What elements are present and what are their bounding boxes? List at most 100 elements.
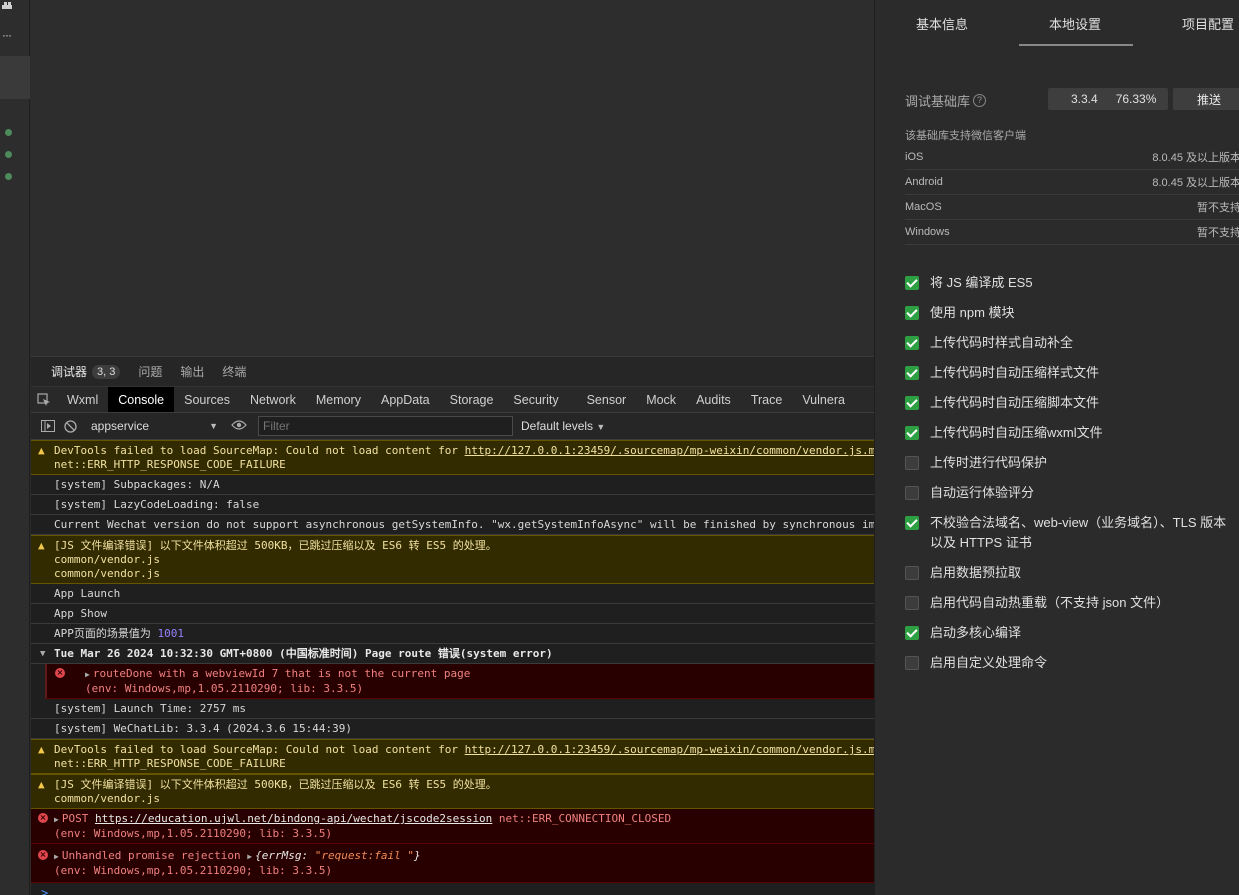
log-row: Current Wechat version do not support as… — [31, 515, 874, 535]
expand-caret-icon[interactable]: ▶ — [85, 670, 90, 679]
log-string: "request:fail " — [314, 849, 415, 862]
log-text: common/vendor.js — [54, 567, 160, 580]
log-row: [system] Launch Time: 2757 ms — [31, 699, 874, 719]
sourcemap-link[interactable]: http://127.0.0.1:23459/.sourcemap/mp-wei… — [465, 444, 874, 457]
checkbox-unchecked-icon[interactable] — [905, 456, 919, 470]
os-name: MacOS — [905, 201, 942, 213]
prompt-chevron-icon: > — [41, 886, 49, 895]
log-text: DevTools failed to load SourceMap: Could… — [54, 444, 465, 457]
option-label: 启用数据预拉取 — [930, 565, 1022, 580]
context-select-value: appservice — [91, 419, 150, 433]
tab-problems[interactable]: 问题 — [138, 363, 162, 380]
log-group-header[interactable]: ▼ Tue Mar 26 2024 10:32:30 GMT+0800 (中国标… — [31, 644, 874, 664]
option-row[interactable]: 将 JS 编译成 ES5 — [905, 273, 1235, 293]
support-caption: 该基础库支持微信客户端 — [905, 130, 1026, 142]
help-icon[interactable]: ? — [973, 94, 987, 107]
debugger-tabbar: 调试器 3, 3 问题 输出 终端 — [31, 357, 874, 387]
option-row[interactable]: 启用代码自动热重载（不支持 json 文件） — [905, 593, 1235, 613]
option-row[interactable]: 不校验合法域名、web-view（业务域名）、TLS 版本以及 HTTPS 证书 — [905, 513, 1235, 553]
tab-output[interactable]: 输出 — [180, 363, 204, 380]
inspect-element-icon[interactable] — [31, 387, 57, 412]
devtab-vulnerability[interactable]: Vulnera — [792, 387, 855, 412]
simulator-area — [31, 0, 874, 357]
log-levels-select[interactable]: Default levels ▼ — [521, 419, 605, 433]
option-row[interactable]: 上传时进行代码保护 — [905, 453, 1235, 473]
log-text: (env: Windows,mp,1.05.2110290; lib: 3.3.… — [54, 827, 333, 840]
tab-basic-info[interactable]: 基本信息 — [916, 14, 968, 33]
option-row[interactable]: 上传代码时样式自动补全 — [905, 333, 1235, 353]
devtab-appdata[interactable]: AppData — [371, 387, 440, 412]
os-name: Android — [905, 176, 943, 188]
live-expression-eye-icon[interactable] — [226, 419, 252, 433]
log-row: [system] LazyCodeLoading: false — [31, 495, 874, 515]
devtab-audits[interactable]: Audits — [686, 387, 741, 412]
console-prompt[interactable]: > — [31, 883, 874, 895]
warning-icon: ▲ — [38, 444, 45, 457]
tab-terminal[interactable]: 终端 — [222, 363, 246, 380]
devtab-security[interactable]: Security — [503, 387, 568, 412]
checkbox-unchecked-icon[interactable] — [905, 566, 919, 580]
option-row[interactable]: 使用 npm 模块 — [905, 303, 1235, 323]
local-settings-options: 将 JS 编译成 ES5 使用 npm 模块 上传代码时样式自动补全 上传代码时自动压… — [905, 273, 1235, 683]
devtab-memory[interactable]: Memory — [306, 387, 371, 412]
os-version: 暂不支持 — [1197, 202, 1239, 214]
sourcemap-link[interactable]: http://127.0.0.1:23459/.sourcemap/mp-wei… — [465, 743, 874, 756]
devtab-storage[interactable]: Storage — [440, 387, 504, 412]
clear-console-icon[interactable] — [59, 416, 81, 436]
devtab-wxml[interactable]: Wxml — [57, 387, 108, 412]
checkbox-unchecked-icon[interactable] — [905, 656, 919, 670]
status-dot-icon — [5, 173, 12, 180]
log-text: [system] Subpackages: N/A — [54, 478, 220, 491]
checkbox-checked-icon[interactable] — [905, 396, 919, 410]
lib-version: 3.3.4 — [1071, 92, 1098, 106]
expand-triangle-icon[interactable]: ▼ — [40, 647, 45, 661]
option-row[interactable]: 启动多核心编译 — [905, 623, 1235, 643]
expand-caret-icon[interactable]: ▶ — [54, 815, 59, 824]
chevron-down-icon: ▼ — [596, 422, 606, 432]
context-select[interactable]: appservice ▼ — [87, 416, 222, 436]
log-levels-label: Default levels — [521, 419, 594, 433]
tab-project-config[interactable]: 项目配置 — [1182, 14, 1234, 33]
expand-caret-icon[interactable]: ▶ — [54, 852, 59, 861]
option-row[interactable]: 启用自定义处理命令 — [905, 653, 1235, 673]
checkbox-checked-icon[interactable] — [905, 306, 919, 320]
filter-input[interactable] — [258, 416, 513, 436]
option-row[interactable]: 启用数据预拉取 — [905, 563, 1235, 583]
log-text: Unhandled promise rejection — [61, 849, 248, 862]
devtab-trace[interactable]: Trace — [741, 387, 793, 412]
request-url-link[interactable]: https://education.ujwl.net/bindong-api/w… — [95, 812, 492, 825]
toggle-sidebar-icon[interactable] — [37, 416, 59, 436]
checkbox-checked-icon[interactable] — [905, 426, 919, 440]
tab-debugger[interactable]: 调试器 3, 3 — [51, 363, 121, 380]
checkbox-checked-icon[interactable] — [905, 366, 919, 380]
option-row[interactable]: 上传代码时自动压缩样式文件 — [905, 363, 1235, 383]
option-row[interactable]: 上传代码时自动压缩脚本文件 — [905, 393, 1235, 413]
os-version: 暂不支持 — [1197, 227, 1239, 239]
checkbox-checked-icon[interactable] — [905, 276, 919, 290]
devtab-mock[interactable]: Mock — [636, 387, 686, 412]
checkbox-checked-icon[interactable] — [905, 516, 919, 530]
rail-selected-item[interactable] — [0, 56, 30, 99]
devtab-sensor[interactable]: Sensor — [569, 387, 637, 412]
tab-problems-label: 问题 — [138, 365, 163, 379]
devtools-tabbar: Wxml Console Sources Network Memory AppD… — [31, 387, 874, 413]
checkbox-unchecked-icon[interactable] — [905, 596, 919, 610]
devtab-sources[interactable]: Sources — [174, 387, 240, 412]
push-button[interactable]: 推送 — [1173, 88, 1239, 110]
checkbox-checked-icon[interactable] — [905, 626, 919, 640]
log-text: APP页面的场景值为 — [54, 627, 158, 640]
tab-local-settings[interactable]: 本地设置 — [1049, 14, 1101, 33]
option-row[interactable]: 上传代码时自动压缩wxml文件 — [905, 423, 1235, 443]
devtab-console[interactable]: Console — [108, 387, 175, 412]
option-label: 上传代码时自动压缩wxml文件 — [930, 425, 1103, 440]
log-text: Current Wechat version do not support as… — [54, 518, 874, 531]
checkbox-unchecked-icon[interactable] — [905, 486, 919, 500]
devtab-network[interactable]: Network — [240, 387, 306, 412]
more-icon[interactable]: ··· — [2, 28, 12, 42]
expand-caret-icon[interactable]: ▶ — [247, 852, 252, 861]
option-row[interactable]: 自动运行体验评分 — [905, 483, 1235, 503]
client-support-table: 该基础库支持微信客户端 iOS 8.0.45 及以上版本 Android 8.0.4… — [905, 127, 1239, 245]
log-row-error: × ▶ POST https://education.ujwl.net/bindo… — [31, 809, 874, 844]
base-library-version-select[interactable]: 3.3.4 76.33% — [1048, 88, 1168, 110]
checkbox-checked-icon[interactable] — [905, 336, 919, 350]
